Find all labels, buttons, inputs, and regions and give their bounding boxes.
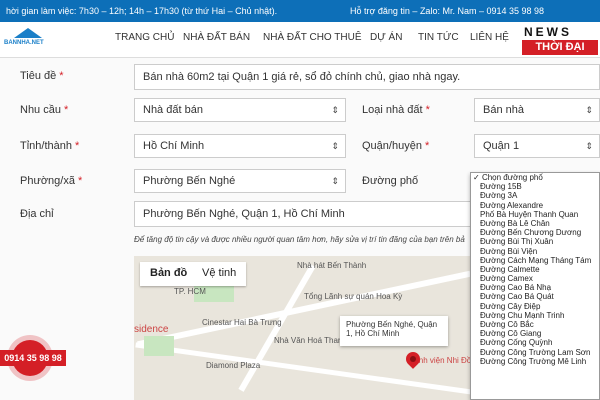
street-option[interactable]: Phố Bà Huyện Thanh Quan bbox=[471, 210, 599, 219]
street-option[interactable]: Đường Camex bbox=[471, 274, 599, 283]
title-label: Tiêu đề * bbox=[20, 70, 64, 82]
map-hint-text: Để tăng độ tin cậy và được nhiều người q… bbox=[134, 235, 465, 244]
type-select[interactable]: Bán nhà bbox=[474, 98, 600, 122]
map-info-popup: Phường Bến Nghé, Quận 1, Hồ Chí Minh bbox=[340, 316, 448, 346]
map-label-consulate: Tổng Lãnh sự quán Hoa Kỳ bbox=[304, 292, 403, 301]
news-watermark-top: NEWS bbox=[524, 25, 572, 39]
nav-home[interactable]: TRANG CHỦ bbox=[115, 32, 174, 43]
street-option[interactable]: Đường Cao Bá Quát bbox=[471, 292, 599, 301]
street-option[interactable]: Đường Alexandre bbox=[471, 201, 599, 210]
need-select[interactable]: Nhà đất bán bbox=[134, 98, 346, 122]
main-navbar: BANNHA.NET TRANG CHỦ NHÀ ĐẤT BÁN NHÀ ĐẤT… bbox=[0, 22, 600, 58]
street-option[interactable]: Đường Công Trường Lam Sơn bbox=[471, 348, 599, 357]
street-option[interactable]: Đường Chu Mạnh Trinh bbox=[471, 311, 599, 320]
title-input[interactable]: Bán nhà 60m2 tại Quận 1 giá rẻ, sổ đỏ ch… bbox=[134, 64, 600, 90]
district-select[interactable]: Quận 1 bbox=[474, 134, 600, 158]
tab-map[interactable]: Bản đồ bbox=[150, 267, 187, 279]
street-option[interactable]: Đường Cách Mạng Tháng Tám bbox=[471, 256, 599, 265]
street-option[interactable]: Đường Cống Quỳnh bbox=[471, 338, 599, 347]
nav-contact[interactable]: LIÊN HỆ bbox=[470, 32, 509, 43]
ward-select[interactable]: Phường Bến Nghé bbox=[134, 169, 346, 193]
street-option[interactable]: Đường Cao Bá Nhạ bbox=[471, 283, 599, 292]
street-option[interactable]: Đường Bà Lê Chân bbox=[471, 219, 599, 228]
map-label-ben-thanh: Nhà hát Bến Thành bbox=[297, 261, 367, 270]
street-option[interactable]: Đường Cây Điệp bbox=[471, 302, 599, 311]
support-contact: Hỗ trợ đăng tin – Zalo: Mr. Nam – 0914 3… bbox=[350, 6, 545, 16]
map-label-cinestar: Cinestar Hai Bà Trưng bbox=[202, 318, 282, 327]
street-option-selected[interactable]: ✓ Chọn đường phố bbox=[471, 173, 599, 182]
site-logo[interactable]: BANNHA.NET bbox=[4, 28, 52, 54]
nav-projects[interactable]: DỰ ÁN bbox=[370, 32, 402, 43]
need-label: Nhu cầu * bbox=[20, 104, 69, 116]
map-road bbox=[238, 264, 316, 392]
street-option[interactable]: Đường Calmette bbox=[471, 265, 599, 274]
type-label: Loại nhà đất * bbox=[362, 104, 430, 116]
working-hours: hời gian làm việc: 7h30 – 12h; 14h – 17h… bbox=[6, 6, 278, 16]
news-watermark: NEWS THỜI ĐẠI bbox=[520, 22, 600, 58]
map-park bbox=[144, 336, 174, 356]
map-label-hcm: TP. HCM bbox=[174, 287, 206, 296]
map-type-tabs: Bản đồ Vệ tinh bbox=[140, 262, 246, 286]
map-label-diamond: Diamond Plaza bbox=[206, 361, 261, 370]
street-label: Đường phố bbox=[362, 175, 419, 187]
street-option[interactable]: Đường Cô Giang bbox=[471, 329, 599, 338]
map-road bbox=[135, 342, 473, 395]
street-dropdown[interactable]: ✓ Chọn đường phố Đường 15B Đường 3A Đườn… bbox=[470, 172, 600, 400]
map-label-residence: sidence bbox=[134, 324, 169, 335]
province-label: Tỉnh/thành * bbox=[20, 140, 80, 152]
street-option[interactable]: Đường Bùi Viện bbox=[471, 247, 599, 256]
call-phone-number[interactable]: 0914 35 98 98 bbox=[0, 350, 66, 366]
street-option[interactable]: Đường 3A bbox=[471, 191, 599, 200]
nav-sale[interactable]: NHÀ ĐẤT BÁN bbox=[183, 32, 250, 43]
address-label: Địa chỉ bbox=[20, 208, 54, 220]
news-watermark-bottom: THỜI ĐẠI bbox=[522, 40, 598, 55]
top-info-bar: hời gian làm việc: 7h30 – 12h; 14h – 17h… bbox=[0, 0, 600, 22]
street-option[interactable]: Đường Cô Bắc bbox=[471, 320, 599, 329]
nav-rent[interactable]: NHÀ ĐẤT CHO THUÊ bbox=[263, 32, 362, 43]
street-option[interactable]: Đường Công Trường Mê Linh bbox=[471, 357, 599, 366]
street-option[interactable]: Đường Bùi Thị Xuân bbox=[471, 237, 599, 246]
street-option[interactable]: Đường 15B bbox=[471, 182, 599, 191]
nav-news[interactable]: TIN TỨC bbox=[418, 32, 459, 43]
district-label: Quận/huyện * bbox=[362, 140, 430, 152]
province-select[interactable]: Hồ Chí Minh bbox=[134, 134, 346, 158]
logo-text: BANNHA.NET bbox=[4, 40, 44, 46]
ward-label: Phường/xã * bbox=[20, 175, 83, 187]
tab-satellite[interactable]: Vệ tinh bbox=[202, 267, 236, 279]
house-roof-icon bbox=[14, 28, 42, 38]
street-option[interactable]: Đường Bến Chương Dương bbox=[471, 228, 599, 237]
